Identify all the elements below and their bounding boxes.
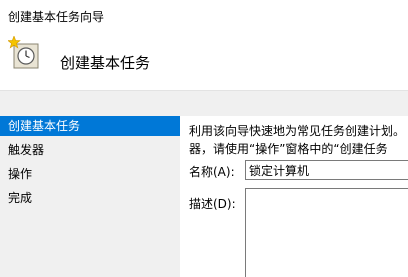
wizard-header: 创建基本任务 [0, 30, 408, 90]
page-heading: 创建基本任务 [60, 54, 151, 72]
step-action[interactable]: 操作 [0, 164, 180, 184]
name-input[interactable] [245, 160, 408, 180]
name-label: 名称(A): [189, 165, 235, 179]
description-line-2: 器，请使用“操作”窗格中的“创建任务 [189, 142, 388, 156]
wizard-description: 利用该向导快速地为常见任务创建计划。 器，请使用“操作”窗格中的“创建任务 [189, 122, 408, 158]
header-divider [0, 90, 408, 91]
description-line-1: 利用该向导快速地为常见任务创建计划。 [189, 124, 406, 138]
content-panel: 利用该向导快速地为常见任务创建计划。 器，请使用“操作”窗格中的“创建任务 名称… [180, 116, 408, 277]
window-title: 创建基本任务向导 [8, 10, 105, 24]
scheduled-task-clock-icon [7, 35, 42, 70]
title-bar: 创建基本任务向导 [0, 0, 408, 30]
description-label: 描述(D): [189, 197, 236, 211]
wizard-steps-nav: 创建基本任务 触发器 操作 完成 [0, 116, 180, 212]
step-trigger[interactable]: 触发器 [0, 140, 180, 160]
step-create-basic-task[interactable]: 创建基本任务 [0, 116, 180, 136]
description-textarea[interactable] [245, 188, 408, 277]
step-finish[interactable]: 完成 [0, 188, 180, 208]
